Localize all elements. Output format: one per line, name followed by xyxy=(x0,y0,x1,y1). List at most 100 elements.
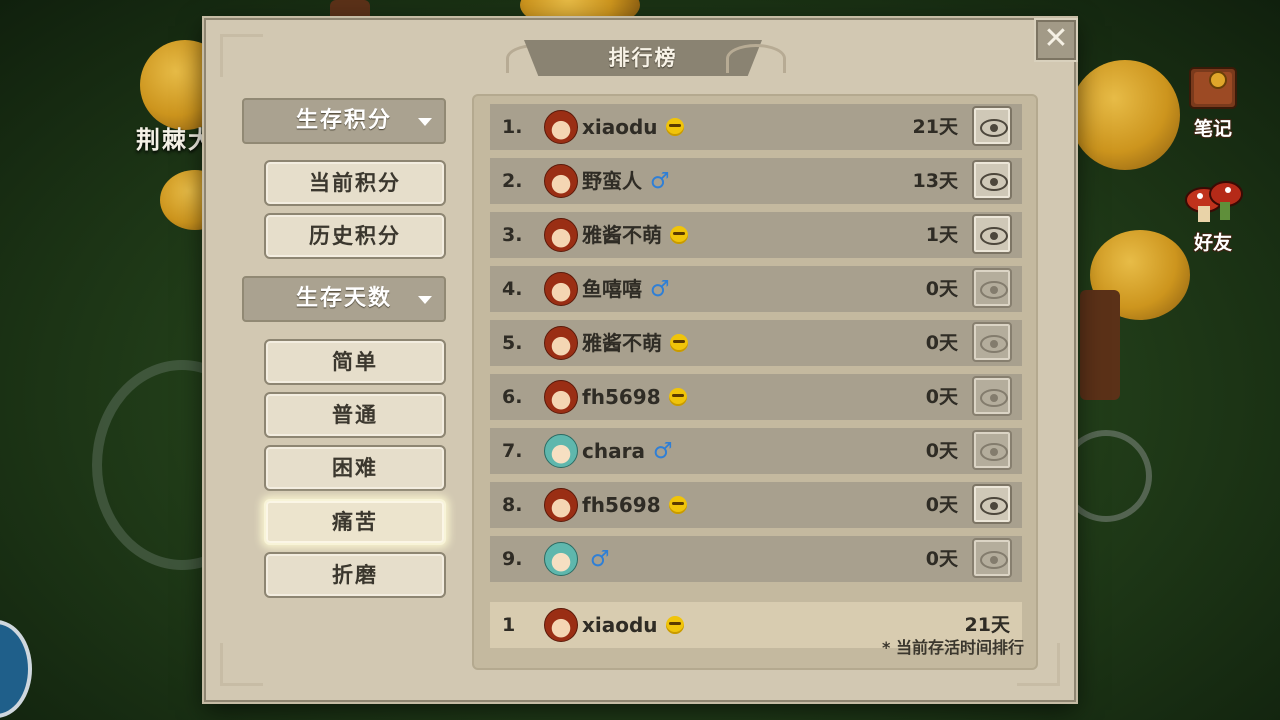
leaderboard-row: 3. 雅酱不萌 1天 xyxy=(490,212,1022,258)
player-name: 雅酱不萌 xyxy=(582,223,662,247)
row-rank: 9. xyxy=(502,548,523,570)
row-days: 1天 xyxy=(925,224,958,246)
avatar xyxy=(544,218,578,252)
view-player-button[interactable] xyxy=(972,106,1012,146)
row-player: 雅酱不萌 xyxy=(582,212,688,258)
row-player: fh5698 xyxy=(582,482,687,528)
view-player-button[interactable] xyxy=(972,430,1012,470)
leaderboard-row: 5. 雅酱不萌 0天 xyxy=(490,320,1022,366)
eye-icon xyxy=(980,551,1008,569)
view-player-button[interactable] xyxy=(972,214,1012,254)
view-player-button[interactable] xyxy=(972,538,1012,578)
title-ornament-right xyxy=(726,44,786,73)
avatar xyxy=(544,380,578,414)
row-player: chara ♂ xyxy=(582,428,673,476)
view-player-button[interactable] xyxy=(972,268,1012,308)
option-torment[interactable]: 折磨 xyxy=(264,552,446,598)
player-name: xiaodu xyxy=(582,115,658,139)
leaderboard-row: 2. 野蛮人 ♂ 13天 xyxy=(490,158,1022,204)
eye-icon xyxy=(980,119,1008,137)
corner-ornament xyxy=(220,643,263,686)
male-gender-icon: ♂ xyxy=(652,438,673,464)
option-current-score[interactable]: 当前积分 xyxy=(264,160,446,206)
smile-badge-icon xyxy=(670,225,688,244)
book-icon xyxy=(1189,67,1237,109)
view-player-button[interactable] xyxy=(972,160,1012,200)
option-painful-selected[interactable]: 痛苦 xyxy=(264,499,446,545)
skill-button[interactable] xyxy=(0,620,32,718)
row-days: 0天 xyxy=(925,548,958,570)
avatar xyxy=(544,164,578,198)
avatar xyxy=(544,326,578,360)
leaderboard-row: 7. chara ♂ 0天 xyxy=(490,428,1022,474)
option-easy[interactable]: 简单 xyxy=(264,339,446,385)
row-rank: 5. xyxy=(502,332,523,354)
avatar xyxy=(544,488,578,522)
row-player: ♂ xyxy=(582,536,610,584)
leaderboard-row: 9. ♂ 0天 xyxy=(490,536,1022,582)
notes-label: 笔记 xyxy=(1193,118,1232,140)
row-days: 0天 xyxy=(925,278,958,300)
male-gender-icon: ♂ xyxy=(650,168,670,194)
option-history-score[interactable]: 历史积分 xyxy=(264,213,446,259)
row-rank: 1. xyxy=(502,116,523,138)
row-days: 0天 xyxy=(925,440,958,462)
corner-ornament xyxy=(220,34,263,77)
row-rank: 6. xyxy=(502,386,523,408)
avatar xyxy=(544,542,578,576)
eye-icon xyxy=(980,227,1008,245)
player-name: fh5698 xyxy=(582,493,661,517)
avatar xyxy=(544,434,578,468)
row-rank: 4. xyxy=(502,278,523,300)
row-player: fh5698 xyxy=(582,374,687,420)
player-name: xiaodu xyxy=(582,613,658,637)
leaderboard-row: 8. fh5698 0天 xyxy=(490,482,1022,528)
view-player-button[interactable] xyxy=(972,376,1012,416)
close-button[interactable]: ✕ xyxy=(1034,18,1078,62)
friends-label: 好友 xyxy=(1193,232,1232,254)
player-name: fh5698 xyxy=(582,385,661,409)
smile-badge-icon xyxy=(668,495,687,514)
row-days: 13天 xyxy=(912,170,958,192)
eye-icon xyxy=(980,389,1008,407)
row-days: 0天 xyxy=(925,332,958,354)
row-days: 0天 xyxy=(925,386,958,408)
category-survival-score[interactable]: 生存积分 xyxy=(242,98,446,144)
close-icon: ✕ xyxy=(1043,21,1069,56)
notes-button[interactable]: 笔记 xyxy=(1172,62,1254,144)
avatar xyxy=(544,110,578,144)
leaderboard-list-panel: 1. xiaodu 21天 2. 野蛮人 ♂ 13天 3. 雅酱不萌 1天 4. 鱼嘻嘻 ♂ 0天 5. 雅酱… xyxy=(472,94,1038,670)
view-player-button[interactable] xyxy=(972,322,1012,362)
smile-badge-icon xyxy=(670,333,688,352)
eye-icon xyxy=(980,281,1008,299)
option-hard[interactable]: 困难 xyxy=(264,445,446,491)
avatar xyxy=(544,608,578,642)
leaderboard-row: 6. fh5698 0天 xyxy=(490,374,1022,420)
chevron-down-icon xyxy=(418,118,432,126)
row-rank: 2. xyxy=(502,170,523,192)
leaderboard-row: 1. xiaodu 21天 xyxy=(490,104,1022,150)
row-days: 21天 xyxy=(912,116,958,138)
row-days: 0天 xyxy=(925,494,958,516)
tree-foliage xyxy=(1070,60,1180,170)
chevron-down-icon xyxy=(418,296,432,304)
smile-badge-icon xyxy=(665,117,684,136)
option-normal[interactable]: 普通 xyxy=(264,392,446,438)
view-player-button[interactable] xyxy=(972,484,1012,524)
row-rank: 3. xyxy=(502,224,523,246)
friends-button[interactable]: 好友 xyxy=(1172,176,1254,258)
eye-icon xyxy=(980,497,1008,515)
category-survival-days[interactable]: 生存天数 xyxy=(242,276,446,322)
leaderboard-scroll-area[interactable]: 1. xiaodu 21天 2. 野蛮人 ♂ 13天 3. 雅酱不萌 1天 4. 鱼嘻嘻 ♂ 0天 5. 雅酱… xyxy=(490,104,1024,584)
row-player: xiaodu xyxy=(582,104,684,150)
row-player: 鱼嘻嘻 ♂ xyxy=(582,266,670,314)
avatar xyxy=(544,272,578,306)
player-name: 鱼嘻嘻 xyxy=(582,277,642,301)
player-name: 雅酱不萌 xyxy=(582,331,662,355)
male-gender-icon: ♂ xyxy=(650,276,670,302)
eye-icon xyxy=(980,173,1008,191)
row-player: 野蛮人 ♂ xyxy=(582,158,670,206)
my-rank-player: xiaodu xyxy=(582,602,684,648)
row-player: 雅酱不萌 xyxy=(582,320,688,366)
my-rank: 1 xyxy=(502,614,516,636)
